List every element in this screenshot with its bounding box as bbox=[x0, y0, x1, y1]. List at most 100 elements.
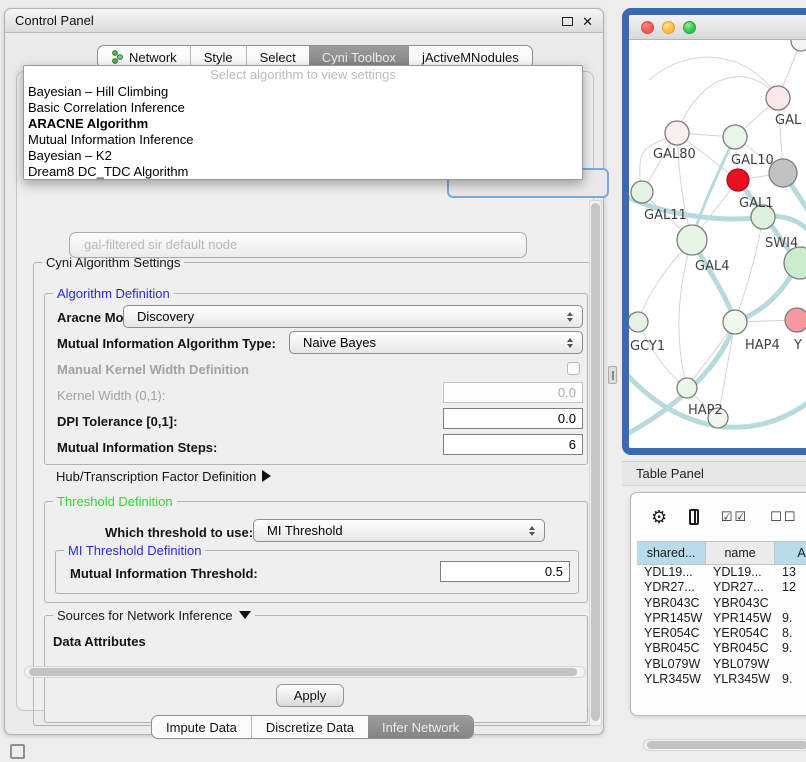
control-panel-titlebar: Control Panel ✕ bbox=[5, 9, 603, 33]
kernel-width-label: Kernel Width (0,1): bbox=[57, 388, 165, 403]
settings-horizontal-scrollbar[interactable] bbox=[24, 666, 586, 678]
mi-threshold-label: Mutual Information Threshold: bbox=[70, 566, 258, 581]
group-title: Algorithm Definition bbox=[53, 286, 174, 301]
gear-icon[interactable]: ⚙ bbox=[651, 508, 667, 526]
group-title: MI Threshold Definition bbox=[64, 543, 205, 558]
node-label: HAP2 bbox=[688, 403, 723, 418]
node-label: GAL4 bbox=[695, 259, 729, 274]
cyni-algorithm-settings-group: Cyni Algorithm Settings Algorithm Defini… bbox=[33, 262, 599, 726]
hub-definition-toggle[interactable]: Hub/Transcription Factor Definition bbox=[56, 469, 271, 484]
zoom-window-icon[interactable] bbox=[683, 21, 696, 34]
node-label: GAL1 bbox=[739, 196, 773, 211]
mi-steps-input[interactable] bbox=[443, 434, 583, 455]
table-toolbar: ⚙ ☑☑ ☐☐ bbox=[631, 493, 806, 541]
float-panel-icon[interactable] bbox=[562, 17, 573, 26]
node[interactable] bbox=[766, 86, 790, 110]
dpi-tolerance-input[interactable] bbox=[443, 408, 583, 429]
node-hap2[interactable] bbox=[677, 378, 697, 398]
spinner-arrows-icon bbox=[567, 312, 573, 322]
data-table-combo[interactable]: gal-filtered sir default node bbox=[69, 232, 527, 258]
network-window-titlebar bbox=[629, 15, 806, 40]
which-threshold-combo[interactable]: MI Threshold bbox=[253, 519, 545, 542]
tab-discretize-data[interactable]: Discretize Data bbox=[251, 716, 368, 738]
control-panel-window: Control Panel ✕ Network Style Select Cyn… bbox=[4, 8, 604, 735]
node-label: Y bbox=[793, 338, 802, 353]
algorithm-definition-group: Algorithm Definition Aracne Mode: Discov… bbox=[44, 293, 588, 465]
algorithm-dropdown-popup: Select algorithm to view settings Bayesi… bbox=[23, 65, 583, 180]
table-row[interactable]: YLR345WYLR345W9. bbox=[637, 672, 806, 687]
network-icon bbox=[111, 50, 124, 64]
node-label: GAL bbox=[775, 113, 802, 128]
algorithm-option[interactable]: Dream8 DC_TDC Algorithm bbox=[24, 164, 582, 180]
node-label: HAP4 bbox=[745, 338, 780, 353]
manual-kernel-checkbox[interactable] bbox=[567, 362, 580, 375]
table-row[interactable]: YPR145WYPR145W9. bbox=[637, 611, 806, 626]
algorithm-option[interactable]: Mutual Information Inference bbox=[24, 132, 582, 148]
manual-kernel-label: Manual Kernel Width Definition bbox=[57, 362, 249, 377]
aracne-mode-combo[interactable]: Discovery bbox=[123, 305, 583, 328]
table-row[interactable]: YER054CYER054C8. bbox=[637, 626, 806, 641]
table-panel-title: Table Panel bbox=[636, 466, 704, 481]
table-row[interactable]: YDR27...YDR27...12 bbox=[637, 580, 806, 595]
tab-impute-data[interactable]: Impute Data bbox=[152, 716, 251, 738]
table-row[interactable]: YBL079WYBL079W bbox=[637, 657, 806, 672]
node-label: GAL10 bbox=[731, 153, 774, 168]
close-window-icon[interactable] bbox=[641, 21, 654, 34]
which-threshold-label: Which threshold to use: bbox=[105, 525, 253, 540]
dpi-tolerance-label: DPI Tolerance [0,1]: bbox=[57, 414, 177, 429]
collapse-icon bbox=[239, 611, 251, 619]
node-gal80[interactable] bbox=[665, 121, 689, 145]
table-row[interactable]: YDL19...YDL19...13 bbox=[637, 565, 806, 580]
panel-splitter[interactable] bbox=[608, 366, 617, 384]
node-label: GCY1 bbox=[630, 339, 665, 354]
data-attributes-label: Data Attributes bbox=[53, 634, 146, 649]
sources-collapse-toggle[interactable]: Sources for Network Inference bbox=[53, 608, 255, 623]
corner-grip[interactable] bbox=[10, 744, 25, 759]
node-gal11[interactable] bbox=[631, 181, 653, 203]
column-header[interactable]: shared... bbox=[637, 542, 706, 564]
node-gcy1[interactable] bbox=[629, 312, 648, 332]
minimize-window-icon[interactable] bbox=[662, 21, 675, 34]
table-horizontal-scrollbar[interactable] bbox=[643, 739, 806, 751]
spinner-arrows-icon bbox=[567, 338, 573, 348]
settings-vertical-scrollbar[interactable] bbox=[589, 200, 602, 726]
tab-infer-network[interactable]: Infer Network bbox=[368, 716, 473, 738]
table-row[interactable]: YBR043CYBR043C bbox=[637, 596, 806, 611]
node-label: GAL11 bbox=[644, 208, 687, 223]
network-view-window: GAL GAL80 GAL10 GAL1 GAL11 SWI4 GAL4 GCY… bbox=[622, 8, 806, 455]
algorithm-option[interactable]: Bayesian – K2 bbox=[24, 148, 582, 164]
algorithm-option[interactable]: Basic Correlation Inference bbox=[24, 100, 582, 116]
mi-steps-label: Mutual Information Steps: bbox=[57, 440, 217, 455]
panel-title: Control Panel bbox=[15, 13, 94, 28]
table-row[interactable]: YBR045CYBR045C9. bbox=[637, 641, 806, 656]
apply-button[interactable]: Apply bbox=[276, 684, 344, 707]
mi-algorithm-type-combo[interactable]: Naive Bayes bbox=[289, 331, 583, 354]
mi-type-label: Mutual Information Algorithm Type: bbox=[57, 336, 276, 351]
group-title: Threshold Definition bbox=[53, 494, 177, 509]
close-panel-icon[interactable]: ✕ bbox=[582, 15, 593, 28]
node-table: shared... name A YDL19...YDL19...13 YDR2… bbox=[637, 541, 806, 688]
column-header[interactable]: A bbox=[775, 542, 806, 564]
table-row[interactable]: YIL052CYIL052C9 bbox=[637, 687, 806, 688]
node[interactable] bbox=[785, 308, 806, 332]
column-header[interactable]: name bbox=[706, 542, 775, 564]
algorithm-option[interactable]: Bayesian – Hill Climbing bbox=[24, 84, 582, 100]
table-panel-titlebar: Table Panel bbox=[622, 461, 806, 486]
node-hap4[interactable] bbox=[723, 310, 747, 334]
mi-threshold-input[interactable] bbox=[440, 561, 570, 582]
node-gal4[interactable] bbox=[677, 225, 707, 255]
algorithm-option-selected[interactable]: ARACNE Algorithm bbox=[24, 116, 582, 132]
node[interactable] bbox=[791, 40, 806, 51]
kernel-width-input[interactable] bbox=[443, 382, 583, 403]
cyni-bottom-tabs: Impute Data Discretize Data Infer Networ… bbox=[151, 715, 474, 739]
node-gal10[interactable] bbox=[723, 125, 747, 149]
table-body: YDL19...YDL19...13 YDR27...YDR27...12 YB… bbox=[637, 565, 806, 688]
table-panel-window: ⚙ ☑☑ ☐☐ shared... name A YDL19...YDL19..… bbox=[630, 492, 806, 716]
deselect-all-checks-icon[interactable]: ☐☐ bbox=[770, 509, 797, 525]
columns-icon[interactable] bbox=[689, 509, 699, 525]
node-gal1[interactable] bbox=[727, 169, 749, 191]
network-canvas[interactable]: GAL GAL80 GAL10 GAL1 GAL11 SWI4 GAL4 GCY… bbox=[629, 40, 806, 448]
select-all-checks-icon[interactable]: ☑☑ bbox=[721, 509, 748, 525]
spinner-arrows-icon bbox=[529, 526, 535, 536]
table-header: shared... name A bbox=[637, 541, 806, 565]
